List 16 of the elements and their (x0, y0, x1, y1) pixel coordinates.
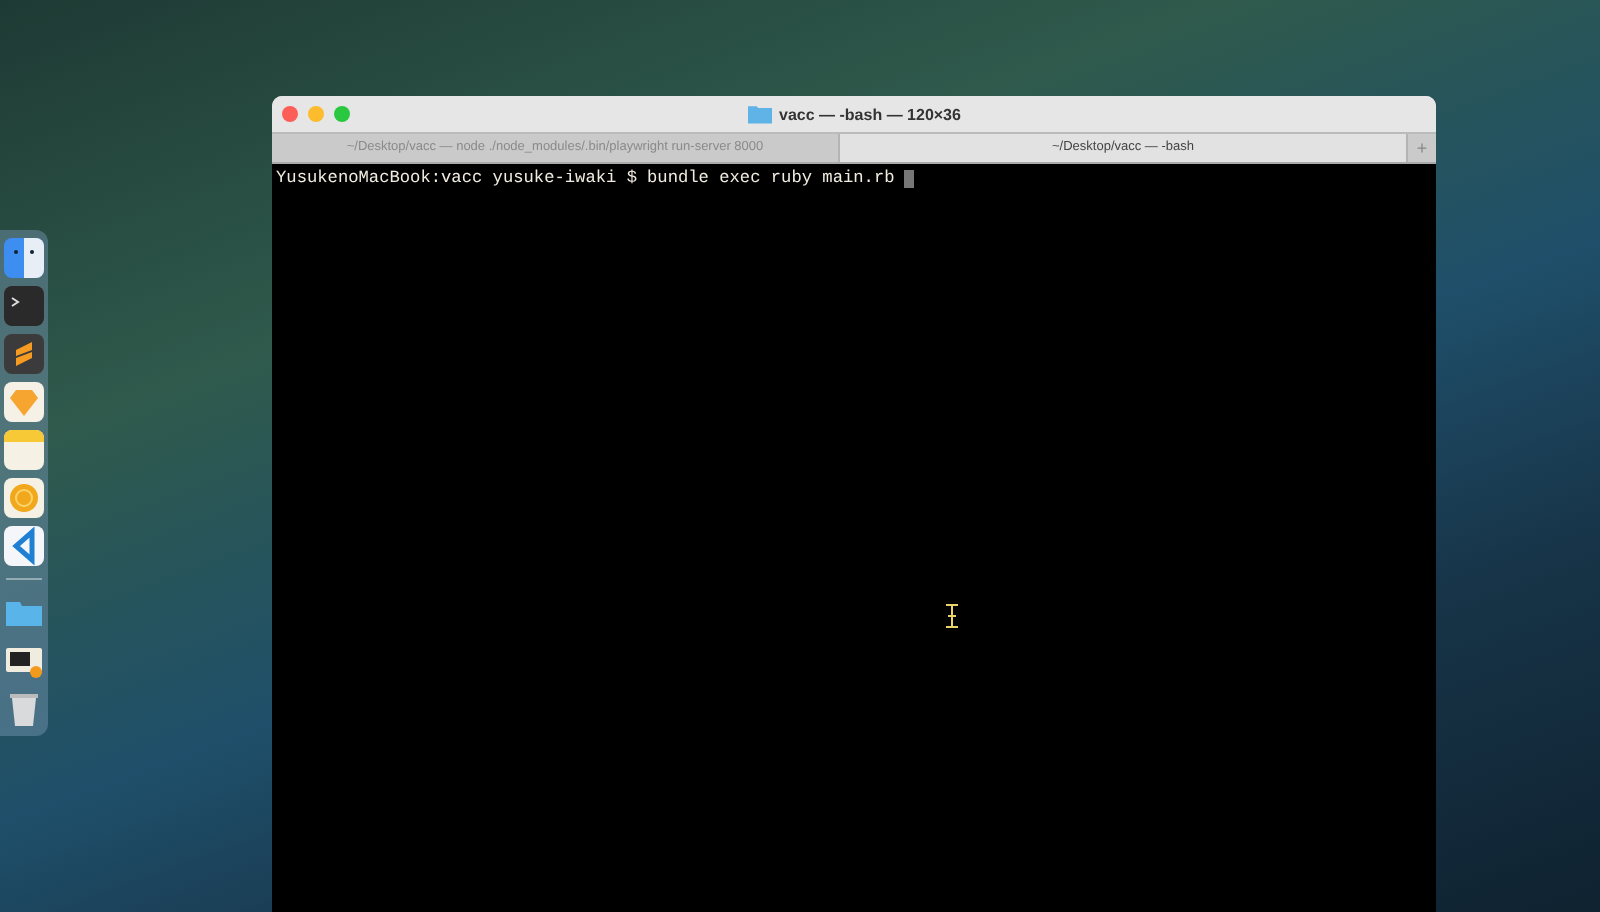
block-cursor (904, 169, 915, 187)
trash-icon[interactable] (4, 688, 44, 728)
terminal-icon[interactable] (4, 286, 44, 326)
notepad-icon[interactable] (4, 430, 44, 470)
new-tab-button[interactable]: + (1408, 134, 1436, 162)
text-cursor-icon (946, 604, 958, 628)
gem-icon[interactable] (4, 382, 44, 422)
command-text: bundle exec ruby main.rb (647, 168, 895, 188)
face-icon[interactable] (4, 238, 44, 278)
shell-prompt: YusukenoMacBook:vacc yusuke-iwaki $ (276, 168, 637, 188)
s-shape-icon[interactable] (4, 334, 44, 374)
window-title: vacc — -bash — 120×36 (779, 105, 961, 123)
code-icon[interactable] (4, 526, 44, 566)
folder-icon (747, 104, 772, 124)
coin-icon[interactable] (4, 478, 44, 518)
close-button[interactable] (282, 106, 298, 122)
